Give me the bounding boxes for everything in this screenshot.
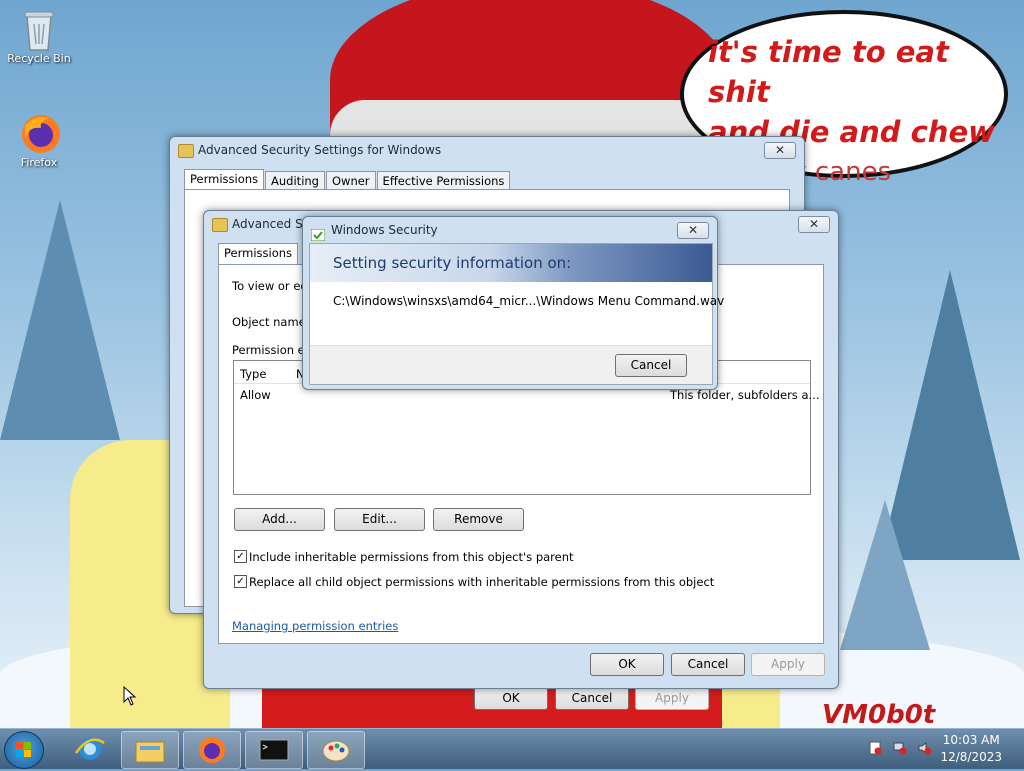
remove-button[interactable]: Remove (433, 508, 524, 531)
taskbar-explorer[interactable] (121, 731, 179, 769)
window-title: Advanced Se (232, 217, 311, 231)
dialog-footer: Cancel (310, 345, 712, 384)
ok-button[interactable]: OK (590, 653, 664, 676)
taskbar-cmd[interactable] (245, 731, 303, 769)
wallpaper-signature: VM0b0t (822, 700, 936, 730)
explorer-icon (135, 741, 165, 763)
clock-date: 12/8/2023 (940, 750, 1002, 764)
add-button[interactable]: Add... (234, 508, 325, 531)
titlebar: Advanced Security Settings for Windows ✕ (170, 137, 804, 163)
clock-time: 10:03 AM (942, 733, 1000, 747)
taskbar: 10:03 AM 12/8/2023 (0, 728, 1024, 769)
tab-bar: Permissions (218, 243, 299, 266)
action-center-icon[interactable] (868, 741, 882, 755)
apply-button[interactable]: Apply (751, 653, 825, 676)
system-clock[interactable]: 10:03 AM 12/8/2023 (940, 732, 1002, 766)
column-type[interactable]: Type (240, 367, 266, 381)
mouse-cursor-icon (123, 685, 137, 709)
windows-security-dialog: Windows Security ✕ Setting security info… (302, 216, 724, 390)
tab-permissions[interactable]: Permissions (218, 243, 299, 264)
firefox-icon (19, 112, 60, 153)
dialog-banner: Setting security information on: (310, 244, 712, 282)
edit-button[interactable]: Edit... (334, 508, 425, 531)
object-name-label: Object name: (232, 315, 310, 329)
back-cancel-button[interactable]: Cancel (555, 687, 629, 710)
cmd-icon (259, 739, 289, 761)
taskbar-ie[interactable] (62, 731, 118, 767)
start-button[interactable] (4, 731, 44, 769)
managing-permission-entries-link[interactable]: Managing permission entries (232, 619, 398, 633)
windows-logo-icon (16, 742, 31, 757)
bubble-line-1: it's time to eat shit (708, 35, 949, 109)
dialog-body: Setting security information on: C:\Wind… (309, 243, 724, 385)
wallpaper-tree-small (840, 500, 930, 650)
window-title: Advanced Security Settings for Windows (198, 143, 442, 157)
row-applies-to: This folder, subfolders a... (670, 388, 820, 402)
network-icon[interactable] (893, 741, 907, 755)
replace-child-label: Replace all child object permissions wit… (249, 575, 715, 589)
taskbar-paint[interactable] (307, 731, 365, 769)
replace-child-checkbox[interactable]: ✓ (234, 575, 247, 588)
row-type: Allow (240, 388, 271, 402)
include-inheritable-label: Include inheritable permissions from thi… (249, 550, 574, 564)
firefox-label: Firefox (20, 156, 58, 169)
close-button[interactable]: ✕ (677, 222, 709, 239)
firefox-icon (199, 737, 225, 763)
back-ok-button[interactable]: OK (474, 687, 548, 710)
dialog-title: Windows Security (331, 223, 438, 237)
back-apply-button[interactable]: Apply (635, 687, 709, 710)
security-icon (310, 224, 326, 242)
close-button[interactable]: ✕ (764, 142, 796, 159)
desktop-icon-firefox[interactable]: Firefox (4, 112, 74, 169)
recycle-bin-icon (19, 8, 59, 51)
include-inheritable-checkbox[interactable]: ✓ (234, 550, 247, 563)
close-button[interactable]: ✕ (798, 216, 830, 233)
titlebar: Windows Security ✕ (303, 217, 717, 243)
folder-icon (178, 144, 194, 158)
wallpaper-tree-left (0, 200, 120, 440)
paint-icon (322, 740, 350, 762)
cancel-button[interactable]: Cancel (615, 354, 687, 377)
cancel-button[interactable]: Cancel (671, 653, 745, 676)
dialog-header: Setting security information on: (333, 254, 572, 272)
folder-icon (212, 218, 228, 232)
volume-icon[interactable] (918, 741, 932, 755)
desktop-icon-recycle-bin[interactable]: Recycle Bin (4, 8, 74, 65)
tab-permissions[interactable]: Permissions (184, 169, 265, 190)
taskbar-firefox[interactable] (183, 731, 241, 769)
recycle-bin-label: Recycle Bin (7, 52, 71, 65)
file-path: C:\Windows\winsxs\amd64_micr...\Windows … (333, 294, 725, 308)
ie-icon (74, 738, 105, 760)
